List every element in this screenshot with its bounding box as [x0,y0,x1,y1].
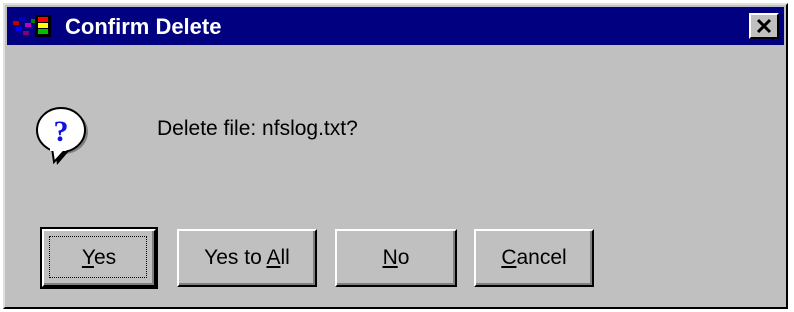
no-button[interactable]: No [335,229,457,287]
svg-text:?: ? [54,115,69,148]
close-icon [756,18,772,34]
yes-button-label: Yes [81,246,117,269]
cancel-button-label: Cancel [501,246,567,269]
app-icon [13,15,59,39]
cancel-button[interactable]: Cancel [474,229,594,287]
yes-button[interactable]: Yes [40,227,158,289]
title-bar[interactable]: Confirm Delete [7,7,784,45]
question-icon: ? [35,105,91,169]
confirm-delete-dialog: Confirm Delete ? Delete file: nfslog.txt… [3,3,788,309]
yes-to-all-button-label: Yes to All [204,246,290,269]
delete-confirmation-message: Delete file: nfslog.txt? [157,117,358,140]
close-button[interactable] [749,13,779,39]
no-button-label: No [382,246,410,269]
yes-to-all-button[interactable]: Yes to All [177,229,317,287]
window-title: Confirm Delete [65,14,222,39]
